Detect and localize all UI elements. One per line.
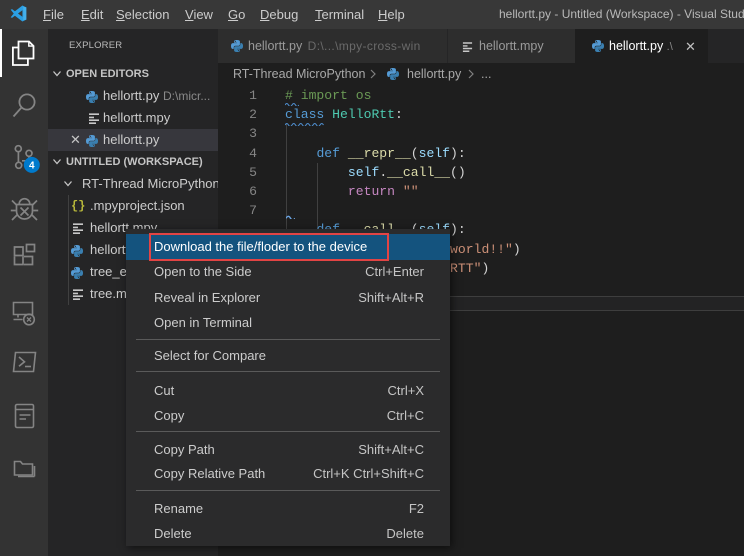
svg-text:4: 4 <box>29 161 35 172</box>
